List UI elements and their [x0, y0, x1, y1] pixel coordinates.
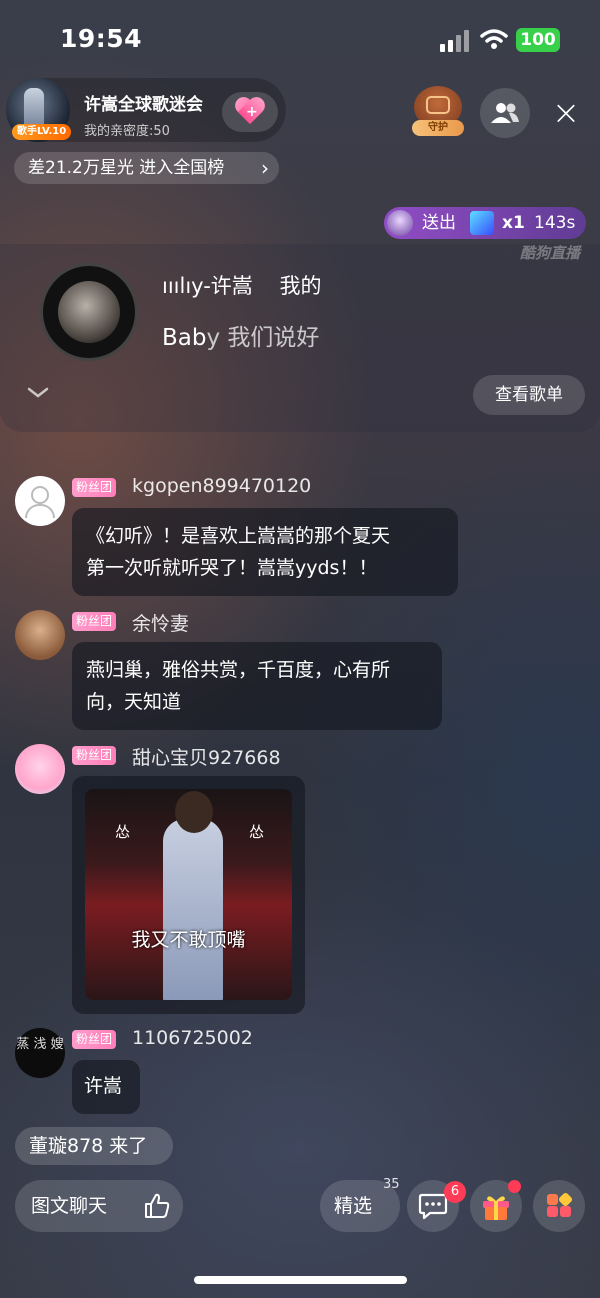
current-lyric: Baby 我们说好: [162, 318, 319, 352]
lyric-rest: y 我们说好: [206, 325, 320, 351]
fan-club-badge: 粉丝团: [72, 612, 117, 631]
chat-bubble-icon: [418, 1193, 448, 1220]
guard-button[interactable]: 守护: [412, 86, 464, 138]
audience-button[interactable]: [480, 88, 530, 138]
featured-count: 35: [383, 1177, 400, 1192]
message-text-line: 第一次听就听哭了！嵩嵩yyds！！: [86, 557, 378, 579]
gift-seconds: 143s: [534, 213, 576, 233]
grid-apps-icon: [547, 1192, 573, 1217]
image-text-chat-button[interactable]: 图文聊天: [15, 1180, 183, 1232]
message-text-line: 《幻听》！是喜欢上嵩嵩的那个夏天: [86, 525, 391, 547]
gift-action: 送出: [422, 213, 456, 233]
sender-avatar: [387, 210, 413, 236]
rank-progress-pill[interactable]: 差21.2万星光 进入全国榜 ›: [14, 152, 279, 184]
more-apps-button[interactable]: [533, 1180, 585, 1232]
song-title-main: ııılıy-许嵩: [162, 274, 253, 298]
chat-message-bubble: 许嵩: [72, 1060, 140, 1114]
avatar-text: 蒸 浅 嫂: [16, 1037, 64, 1052]
user-joined-notice: 董璇878 来了: [15, 1127, 173, 1165]
guard-label: 守护: [412, 120, 464, 136]
status-time: 19:54: [60, 24, 143, 53]
image-caption-main: 我又不敢顶嘴: [131, 929, 246, 951]
sofa-icon: [426, 96, 450, 114]
wifi-icon: [480, 28, 508, 50]
fan-club-badge: 粉丝团: [72, 746, 117, 765]
fan-group-title[interactable]: 许嵩全球歌迷会: [84, 90, 203, 115]
avatar[interactable]: 蒸 浅 嫂: [15, 1028, 65, 1078]
rank-text: 差21.2万星光 进入全国榜: [28, 158, 225, 178]
cellular-signal-icon: [440, 30, 470, 52]
lyric-highlight: Bab: [162, 325, 207, 351]
message-text-line: 许嵩: [84, 1075, 123, 1097]
battery-indicator: 100: [516, 28, 560, 52]
close-button[interactable]: ×: [548, 96, 584, 132]
view-playlist-button[interactable]: 查看歌单: [473, 375, 585, 415]
featured-label: 精选: [334, 1195, 373, 1217]
chat-message-bubble: 《幻听》！是喜欢上嵩嵩的那个夏天 第一次听就听哭了！嵩嵩yyds！！: [72, 508, 458, 596]
meme-image[interactable]: 怂 怂 我又不敢顶嘴: [85, 789, 292, 1000]
chat-username[interactable]: 1106725002: [132, 1027, 253, 1049]
chat-username[interactable]: 余怜妻: [132, 609, 189, 636]
chat-button-label: 图文聊天: [31, 1195, 108, 1217]
message-text-line: 燕归巢，雅俗共赏，千百度，心有所: [86, 659, 391, 681]
intimacy-level: 我的亲密度:50: [84, 124, 170, 139]
image-caption-right: 怂: [249, 823, 265, 841]
gift-item-icon: [470, 211, 494, 235]
chevron-down-icon[interactable]: [26, 382, 50, 402]
join-fan-club-button[interactable]: +: [222, 92, 278, 132]
fan-club-badge: 粉丝团: [72, 478, 117, 497]
singer-level-badge: 歌手LV.10: [12, 124, 72, 140]
fan-club-badge: 粉丝团: [72, 1030, 117, 1049]
avatar[interactable]: [15, 610, 65, 660]
gift-notification-dot: [508, 1180, 521, 1193]
image-caption-left: 怂: [115, 823, 131, 841]
vinyl-record-icon[interactable]: [40, 263, 138, 361]
chevron-right-icon: ›: [261, 156, 269, 180]
gift-count: x1: [502, 213, 525, 233]
avatar[interactable]: [15, 476, 65, 526]
gift-box-icon: [483, 1196, 509, 1220]
gift-notice: 送出 x1 143s: [384, 207, 586, 239]
chat-message-bubble: 燕归巢，雅俗共赏，千百度，心有所 向，天知道: [72, 642, 442, 730]
song-title: ııılıy-许嵩 我的: [162, 270, 322, 300]
home-indicator[interactable]: [194, 1276, 407, 1284]
chat-username[interactable]: 甜心宝贝927668: [132, 743, 281, 770]
message-text-line: 向，天知道: [86, 691, 182, 713]
song-title-next: 我的: [279, 274, 322, 298]
unread-badge: 6: [444, 1181, 466, 1203]
chat-username[interactable]: kgopen899470120: [132, 475, 311, 497]
thumbs-up-icon[interactable]: [143, 1193, 171, 1219]
heart-plus-icon: +: [234, 98, 266, 126]
avatar[interactable]: [15, 744, 65, 794]
featured-button[interactable]: 精选 35: [320, 1177, 400, 1232]
people-icon: [491, 103, 519, 123]
